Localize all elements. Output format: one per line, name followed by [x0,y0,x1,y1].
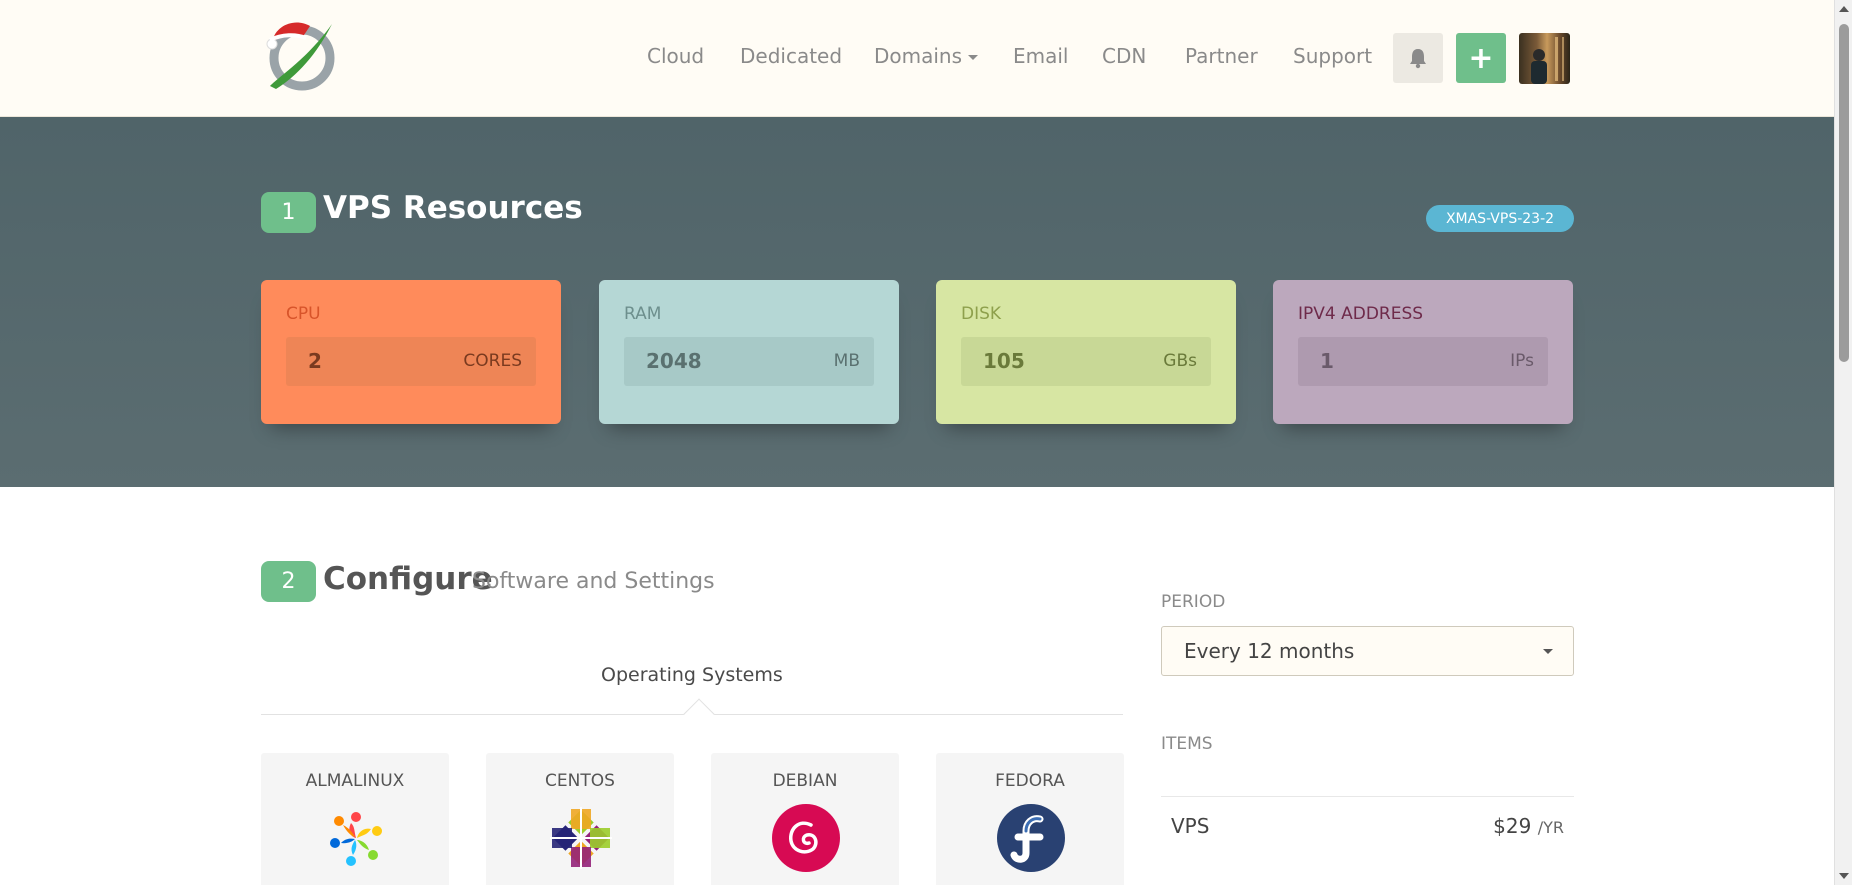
item-price-amount: $29 [1493,814,1532,838]
ipv4-input[interactable]: 1 IPs [1298,337,1548,386]
os-card-almalinux[interactable]: ALMALINUX [261,753,449,885]
nav-domains[interactable]: Domains [874,44,979,68]
period-label: PERIOD [1161,592,1226,612]
ram-value: 2048 [646,349,702,373]
ram-input[interactable]: 2048 MB [624,337,874,386]
ram-label: RAM [624,304,662,324]
item-price-period: /YR [1537,818,1564,837]
scroll-down-icon[interactable] [1839,873,1849,879]
debian-icon [772,804,840,872]
plan-tag: XMAS-VPS-23-2 [1426,205,1574,232]
ram-card: RAM 2048 MB [599,280,899,424]
disk-value: 105 [983,349,1025,373]
nav-partner[interactable]: Partner [1185,44,1258,68]
page-scrollbar[interactable] [1834,0,1852,885]
fedora-icon [997,804,1065,872]
nav-cloud[interactable]: Cloud [647,44,704,68]
os-name: FEDORA [995,771,1065,791]
cpu-label: CPU [286,304,321,324]
os-name: CENTOS [545,771,615,791]
tab-indicator [683,698,715,730]
tab-operating-systems[interactable]: Operating Systems [601,664,783,686]
ipv4-label: IPV4 ADDRESS [1298,304,1424,324]
section-subtitle: Software and Settings [472,569,715,594]
section-title-configure: Configure [323,561,493,597]
disk-label: DISK [961,304,1002,324]
items-divider [1161,796,1574,797]
ipv4-value: 1 [1320,349,1334,373]
step-badge-1: 1 [261,192,316,233]
period-value: Every 12 months [1184,639,1355,663]
items-label: ITEMS [1161,734,1213,754]
step-badge-2: 2 [261,561,316,602]
ipv4-unit: IPs [1510,351,1534,371]
caret-down-icon [968,55,979,60]
cpu-unit: CORES [463,351,522,371]
nav-dedicated[interactable]: Dedicated [740,44,842,68]
disk-input[interactable]: 105 GBs [961,337,1211,386]
nav-email[interactable]: Email [1013,44,1069,68]
caret-down-icon [1543,649,1553,654]
ram-unit: MB [833,351,860,371]
nav-domains-label: Domains [874,44,963,68]
santa-hat-logo[interactable] [262,14,342,94]
period-select[interactable]: Every 12 months [1161,626,1574,676]
scroll-up-icon[interactable] [1839,6,1849,12]
nav-support[interactable]: Support [1293,44,1372,68]
os-name: ALMALINUX [305,771,405,791]
cpu-card: CPU 2 CORES [261,280,561,424]
ipv4-card: IPV4 ADDRESS 1 IPs [1273,280,1573,424]
avatar[interactable] [1519,33,1570,84]
os-card-fedora[interactable]: FEDORA [936,753,1124,885]
disk-card: DISK 105 GBs [936,280,1236,424]
top-header: Cloud Dedicated Domains Email CDN Partne… [0,0,1834,117]
nav-cdn[interactable]: CDN [1102,44,1146,68]
item-name: VPS [1171,814,1210,838]
add-button[interactable]: + [1456,33,1506,83]
os-card-debian[interactable]: DEBIAN [711,753,899,885]
os-card-centos[interactable]: CENTOS [486,753,674,885]
scroll-thumb[interactable] [1839,24,1849,362]
notifications-button[interactable] [1393,33,1443,83]
section-title-resources: VPS Resources [323,190,583,226]
cpu-input[interactable]: 2 CORES [286,337,536,386]
plus-icon: + [1468,40,1494,76]
disk-unit: GBs [1163,351,1197,371]
centos-icon [550,807,612,869]
cpu-value: 2 [308,349,322,373]
item-price: $29 /YR [1460,814,1564,838]
bell-icon [1410,49,1426,69]
almalinux-icon [330,812,382,866]
os-name: DEBIAN [772,771,838,791]
